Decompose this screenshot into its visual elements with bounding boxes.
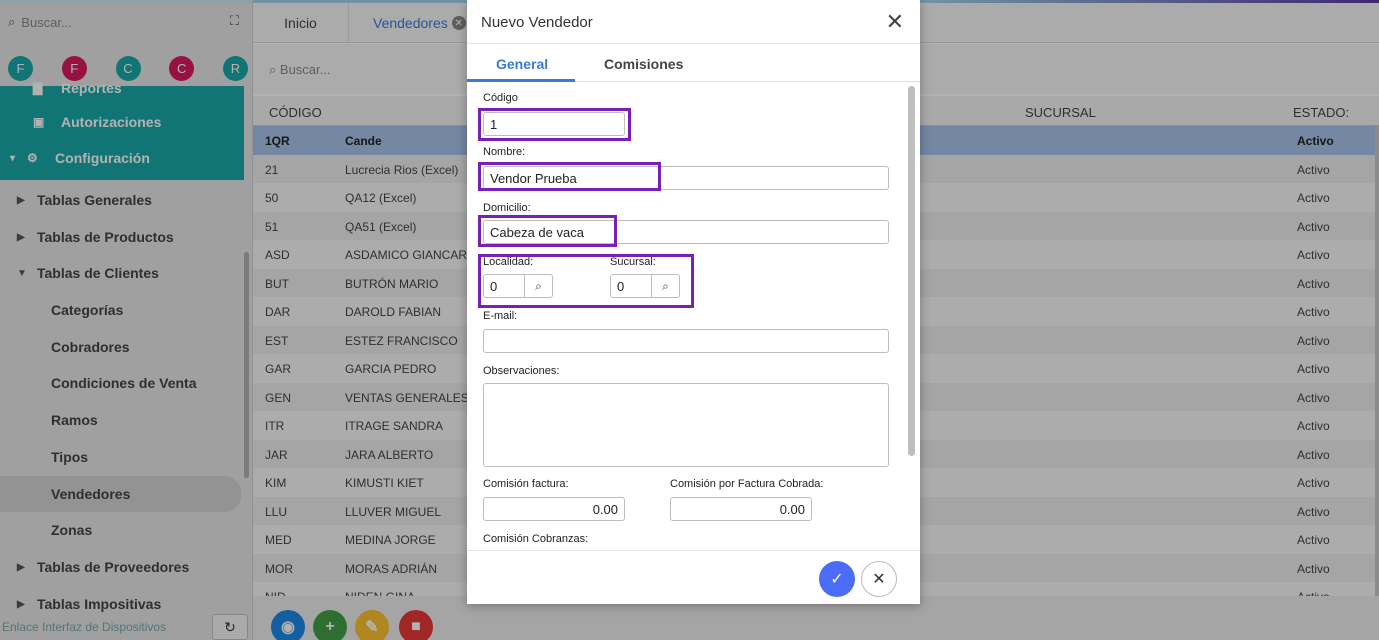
comision-cobranzas-label: Comisión Cobranzas: xyxy=(483,533,589,545)
email-field[interactable] xyxy=(483,329,889,353)
cancel-button[interactable]: ✕ xyxy=(861,561,897,597)
comision-cobrada-label: Comisión por Factura Cobrada: xyxy=(670,478,824,490)
nuevo-vendedor-dialog: Nuevo Vendedor ✕ General Comisiones Códi… xyxy=(467,0,920,604)
dialog-header: Nuevo Vendedor ✕ xyxy=(467,0,920,44)
dialog-tabs: General Comisiones xyxy=(467,44,920,82)
comision-cobrada-field[interactable]: 0.00 xyxy=(670,497,812,521)
dialog-body: Código 1 Nombre: Vendor Prueba Domicilio… xyxy=(467,82,920,550)
highlight-box xyxy=(478,254,694,308)
comision-factura-field[interactable]: 0.00 xyxy=(483,497,625,521)
highlight-box xyxy=(478,162,661,191)
tab-comisiones[interactable]: Comisiones xyxy=(604,56,683,72)
highlight-box xyxy=(478,215,617,247)
confirm-button[interactable]: ✓ xyxy=(819,561,855,597)
close-icon[interactable]: ✕ xyxy=(886,9,904,35)
close-icon: ✕ xyxy=(872,571,886,588)
domicilio-label: Domicilio: xyxy=(483,202,531,214)
observaciones-field[interactable] xyxy=(483,383,889,467)
highlight-box xyxy=(478,108,631,141)
email-label: E-mail: xyxy=(483,310,518,322)
dialog-footer: ✓ ✕ xyxy=(467,550,920,604)
tab-general[interactable]: General xyxy=(496,56,548,72)
check-icon: ✓ xyxy=(830,571,844,588)
codigo-label: Código xyxy=(483,92,518,104)
comision-factura-label: Comisión factura: xyxy=(483,478,569,490)
dialog-scrollbar[interactable] xyxy=(908,86,915,456)
observaciones-label: Observaciones: xyxy=(483,365,560,377)
dialog-title: Nuevo Vendedor xyxy=(481,14,593,31)
nombre-label: Nombre: xyxy=(483,146,526,158)
